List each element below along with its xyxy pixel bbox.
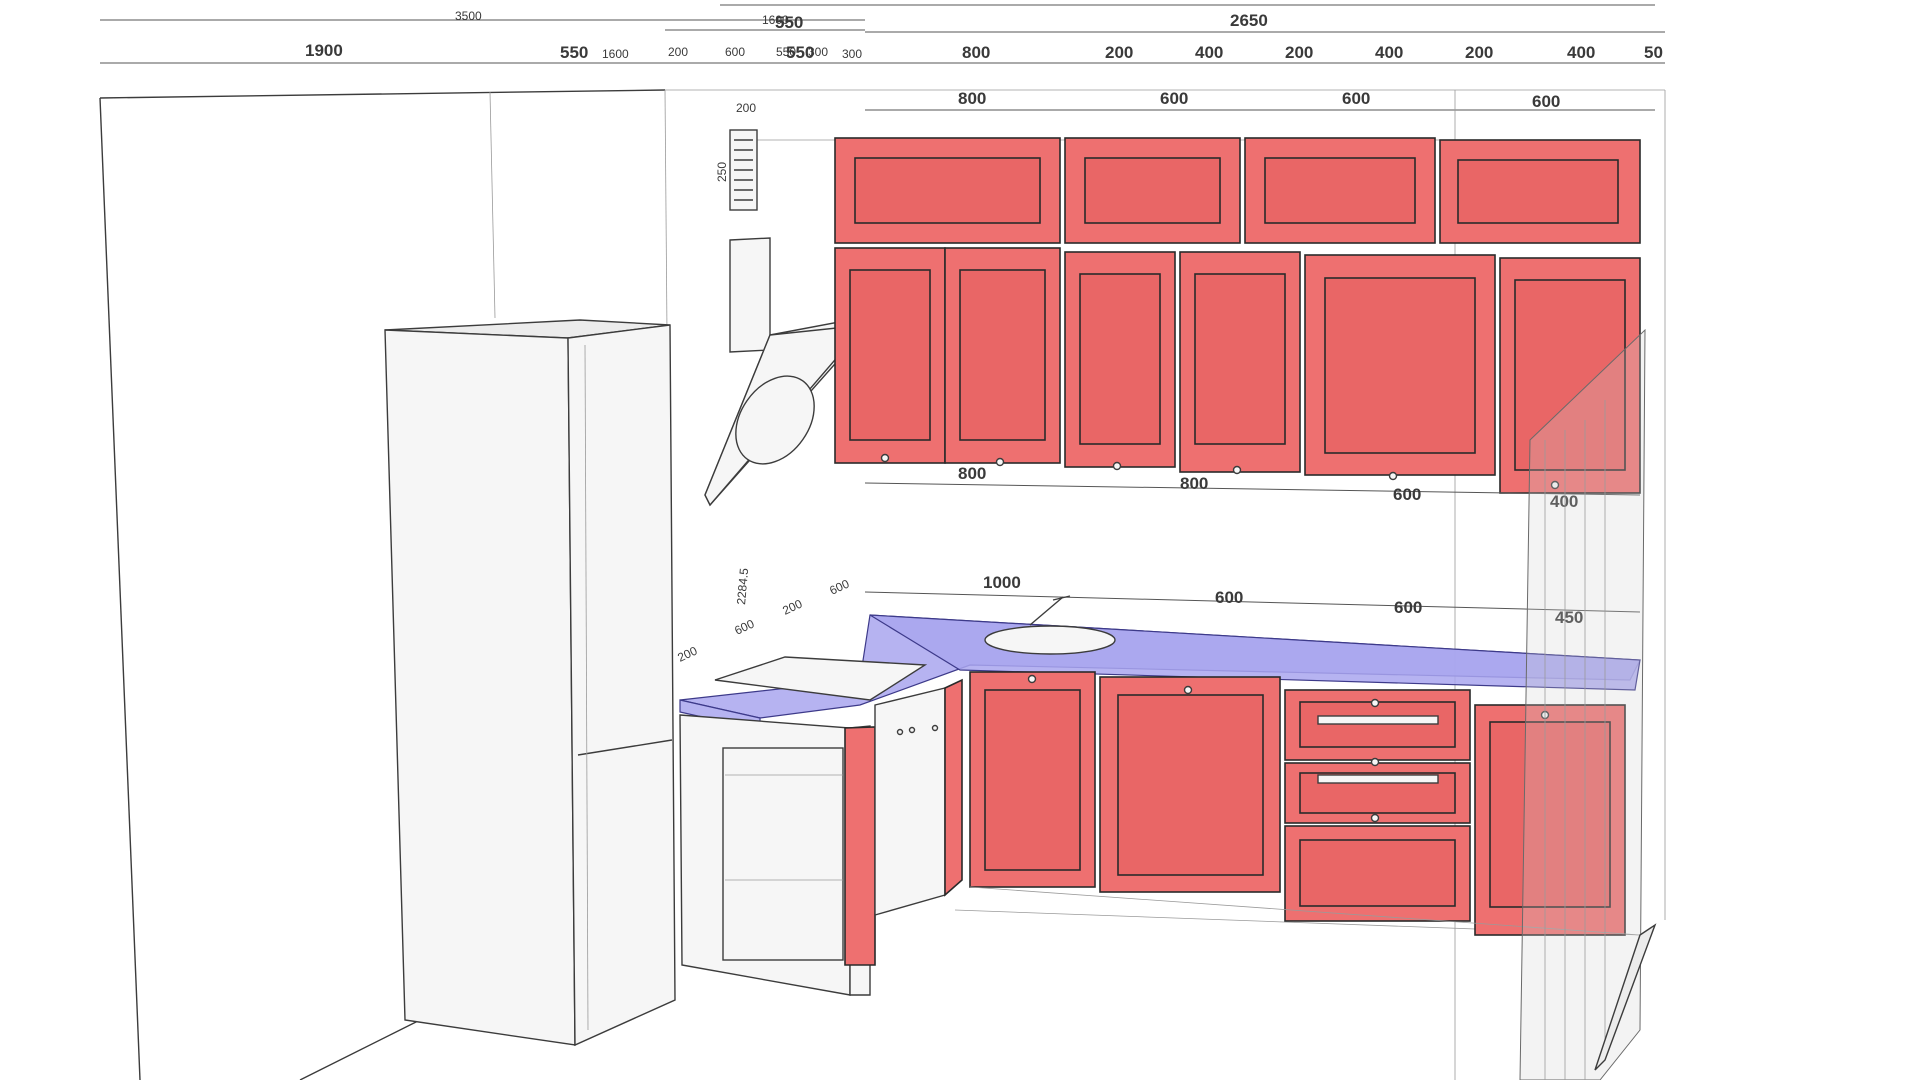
dim-3500: 3500 [455,9,482,23]
dim-upper-600-c: 600 [1532,92,1560,111]
dim-left-200-b: 200 [675,643,699,664]
dim-50: 50 [1644,43,1663,62]
dim-400-b: 400 [1375,43,1403,62]
dim-vent-250: 250 [715,162,729,182]
dishwasher [844,678,963,966]
kitchen-drawing: 3500 1600 550 2650 1900 550 1600 200 600… [0,0,1920,1081]
upper-cabinets-main-row [834,247,1641,494]
dim-upper-bottom-800-b: 800 [1180,474,1208,493]
upper-cabinets-top-row [834,137,1641,244]
dim-550-a: 550 [560,43,588,62]
dim-200-d: 200 [1465,43,1493,62]
dim-200-a: 200 [668,45,688,59]
top-dimension-labels: 3500 1600 550 2650 1900 550 1600 200 600… [305,9,1663,111]
dim-400-c: 400 [1567,43,1595,62]
dim-400-a: 400 [1195,43,1223,62]
dim-200-c: 200 [1285,43,1313,62]
base-cabinet-left [679,714,871,996]
kitchen-svg: 3500 1600 550 2650 1900 550 1600 200 600… [99,4,1666,1081]
side-panel [1519,328,1657,1081]
dim-upper-bottom-600: 600 [1393,485,1421,504]
dim-upper-bottom-800-a: 800 [958,464,986,483]
dim-200-b: 200 [1105,43,1133,62]
dim-left-600-a: 600 [732,616,756,637]
dim-1900: 1900 [305,41,343,60]
dim-2650: 2650 [1230,11,1268,30]
dim-left-200-a: 200 [780,596,804,617]
dim-vent-200: 200 [736,101,756,115]
dim-upper-800: 800 [958,89,986,108]
dim-800-a: 800 [962,43,990,62]
dim-550-top: 550 [775,13,803,32]
vent-grille: 200 250 [715,101,758,211]
dim-counter-600-b: 600 [1394,598,1422,617]
dim-counter-600-a: 600 [1215,588,1243,607]
dim-300-a: 300 [808,45,828,59]
dim-1600-b: 1600 [602,47,629,61]
dim-upper-600-a: 600 [1160,89,1188,108]
dim-counter-1000: 1000 [983,573,1021,592]
dim-600-a: 600 [725,45,745,59]
dim-upper-600-b: 600 [1342,89,1370,108]
dim-height-2284: 2284.5 [734,567,751,605]
dim-300-b: 300 [842,47,862,61]
dim-left-600-b: 600 [827,576,851,597]
refrigerator [384,319,676,1047]
